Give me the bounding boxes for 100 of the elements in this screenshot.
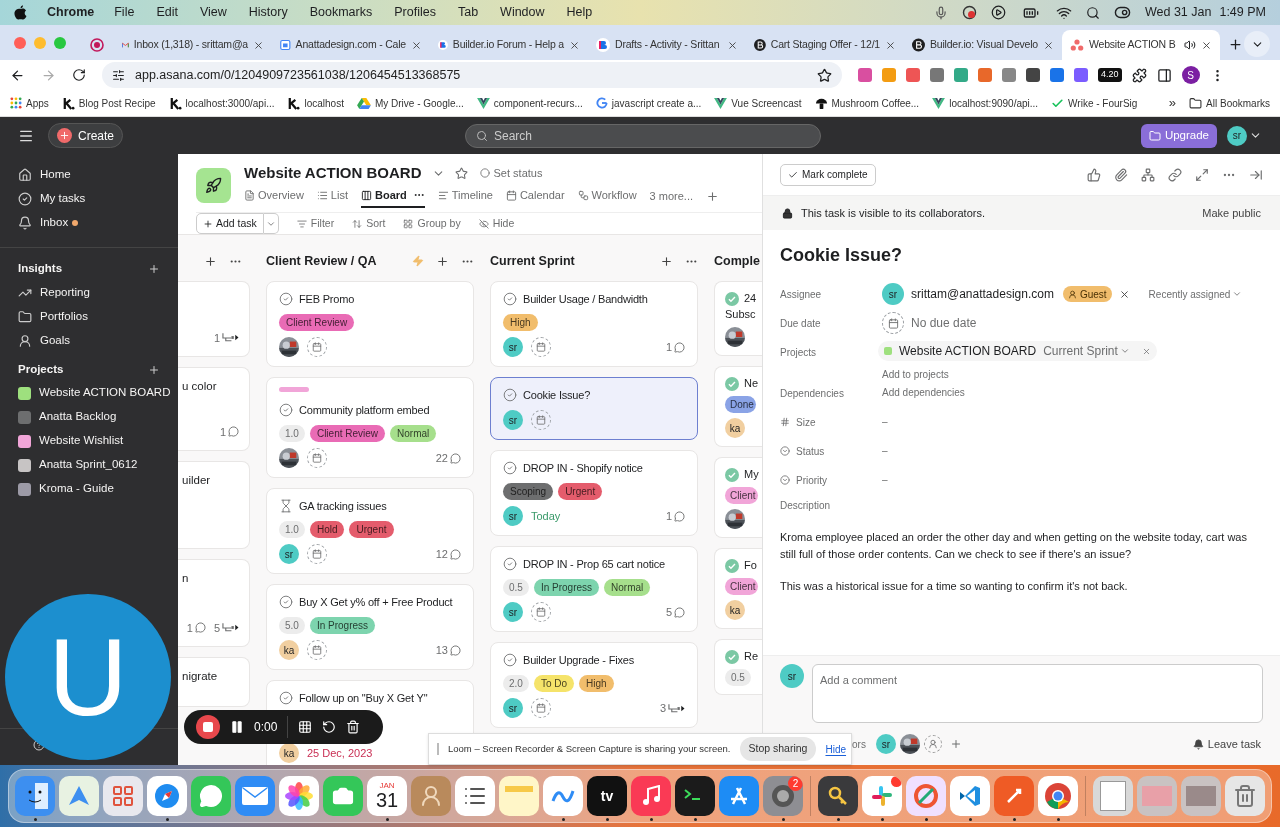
- task-card[interactable]: Cookie Issue? sr: [490, 377, 698, 440]
- make-public-button[interactable]: Make public: [1202, 204, 1261, 222]
- check-circle-icon[interactable]: [503, 461, 517, 475]
- add-to-projects-link[interactable]: Add to projects: [878, 367, 1263, 382]
- check-circle-icon[interactable]: [279, 595, 293, 609]
- close-tab-icon[interactable]: [885, 39, 896, 51]
- add-tab-icon[interactable]: [706, 189, 719, 203]
- task-card[interactable]: Builder Upgrade - Fixes 2.0 To Do High sr 3: [490, 642, 698, 728]
- view-tab[interactable]: Overview: [244, 186, 304, 204]
- view-tab[interactable]: Timeline: [437, 186, 493, 204]
- microphone-icon[interactable]: [933, 5, 948, 20]
- sidebar-item[interactable]: Anatta Sprint_0612: [39, 456, 138, 474]
- create-button[interactable]: Create: [48, 123, 124, 148]
- task-card[interactable]: Re 0.5: [714, 639, 762, 695]
- app-icon[interactable]: [818, 776, 858, 816]
- app-icon[interactable]: JAN 31: [367, 776, 407, 816]
- menu-item[interactable]: File: [114, 3, 135, 22]
- check-circle-icon[interactable]: [725, 376, 739, 391]
- app-icon[interactable]: [1038, 776, 1078, 816]
- reload-icon[interactable]: [72, 68, 86, 82]
- star-icon[interactable]: [454, 166, 468, 180]
- browser-tab[interactable]: Builder.io Forum - Help a: [430, 30, 588, 60]
- bookmark[interactable]: All Bookmarks: [1206, 95, 1270, 111]
- bookmark[interactable]: Vue Screencast: [731, 95, 802, 111]
- bookmark[interactable]: localhost: [304, 95, 344, 111]
- app-icon[interactable]: [675, 776, 715, 816]
- remove-icon[interactable]: [1118, 288, 1130, 300]
- trash-icon[interactable]: [1225, 776, 1265, 816]
- app-icon[interactable]: [631, 776, 671, 816]
- sidebar-item[interactable]: Reporting: [40, 284, 90, 302]
- sidebar-item[interactable]: Home: [40, 166, 71, 184]
- view-tab[interactable]: Calendar: [505, 186, 565, 204]
- field-value[interactable]: –: [882, 474, 888, 485]
- extensions-icon[interactable]: [1131, 67, 1147, 83]
- grid-icon[interactable]: [298, 720, 313, 734]
- sidebar-item[interactable]: Portfolios: [40, 308, 88, 326]
- task-card[interactable]: uilder: [178, 461, 250, 549]
- menu-item[interactable]: Edit: [156, 3, 178, 22]
- check-circle-icon[interactable]: [279, 691, 293, 705]
- sidebar-item[interactable]: My tasks: [40, 190, 86, 208]
- close-tab-icon[interactable]: [1201, 39, 1212, 51]
- add-icon[interactable]: [148, 364, 160, 376]
- task-card[interactable]: Ne Done ka: [714, 366, 762, 447]
- play-icon[interactable]: [990, 5, 1006, 20]
- sidebar-item[interactable]: Inbox: [40, 214, 69, 232]
- thumbs-up-icon[interactable]: [1087, 167, 1101, 182]
- toolbar-button[interactable]: Group by: [403, 215, 461, 232]
- add-icon[interactable]: [148, 263, 160, 275]
- close-tab-icon[interactable]: [411, 39, 422, 51]
- bookmark[interactable]: Blog Post Recipe: [78, 95, 156, 111]
- check-circle-icon[interactable]: [503, 653, 517, 667]
- search-icon[interactable]: [1085, 5, 1100, 20]
- more-bookmarks-button[interactable]: »: [1168, 93, 1177, 113]
- close-panel-icon[interactable]: [1249, 167, 1263, 182]
- control-center-icon[interactable]: [1113, 4, 1131, 21]
- profile-avatar[interactable]: S: [1181, 66, 1200, 84]
- app-icon[interactable]: [15, 776, 55, 816]
- sidebar-item[interactable]: Kroma - Guide: [39, 480, 114, 498]
- check-circle-icon[interactable]: [503, 557, 517, 571]
- section-dropdown[interactable]: Current Sprint: [1043, 342, 1130, 360]
- add-icon[interactable]: [660, 254, 673, 268]
- close-tab-icon[interactable]: [1043, 39, 1054, 51]
- upgrade-button[interactable]: Upgrade: [1140, 123, 1217, 148]
- menu-item[interactable]: Window: [500, 3, 545, 22]
- browser-tab[interactable]: Anattadesign.com - Cale: [272, 30, 430, 60]
- view-tab[interactable]: Workflow: [577, 186, 637, 204]
- close-tab-icon[interactable]: [727, 39, 738, 51]
- project-name[interactable]: Website ACTION BOARD: [899, 342, 1037, 360]
- bookmark[interactable]: Apps: [26, 95, 49, 111]
- sidebar-item[interactable]: Goals: [40, 332, 71, 350]
- forward-icon[interactable]: [41, 67, 56, 83]
- speaker-icon[interactable]: [1184, 39, 1196, 51]
- back-icon[interactable]: [10, 67, 25, 83]
- bookmark[interactable]: Wrike - FourSig: [1068, 95, 1138, 111]
- task-card[interactable]: Fo Client ka: [714, 548, 762, 629]
- menu-item[interactable]: Tab: [457, 3, 479, 22]
- close-tab-icon[interactable]: [253, 39, 264, 51]
- apple-logo-icon[interactable]: [14, 5, 27, 20]
- restart-icon[interactable]: [322, 720, 337, 734]
- extension-icon[interactable]: [930, 68, 944, 82]
- task-card[interactable]: n 1 5: [178, 559, 250, 647]
- check-circle-icon[interactable]: [725, 558, 739, 573]
- task-card[interactable]: u color 1: [178, 367, 250, 451]
- add-task-button[interactable]: Add task: [196, 213, 264, 234]
- toolbar-button[interactable]: Hide: [478, 215, 515, 232]
- browser-tab[interactable]: Builder.io: Visual Develo: [904, 30, 1062, 60]
- user-avatar[interactable]: sr: [1227, 125, 1247, 146]
- menu-item[interactable]: Chrome: [47, 3, 95, 22]
- browser-tab[interactable]: Drafts - Activity - Srittan: [588, 30, 746, 60]
- task-card[interactable]: DROP IN - Prop 65 cart notice 0.5 In Progress Normal sr 5: [490, 546, 698, 632]
- task-card[interactable]: FEB Promo Client Review: [266, 281, 474, 367]
- side-panel-icon[interactable]: [1156, 67, 1172, 83]
- bookmark[interactable]: Mushroom Coffee...: [831, 95, 920, 111]
- pause-icon[interactable]: [230, 720, 244, 734]
- bookmark[interactable]: javascript create a...: [611, 95, 702, 111]
- field-value[interactable]: –: [882, 416, 888, 427]
- sidebar-item[interactable]: Website Wishlist: [39, 432, 124, 450]
- check-circle-icon[interactable]: [725, 649, 739, 664]
- add-dependencies-link[interactable]: Add dependencies: [882, 387, 965, 398]
- close-window-button[interactable]: [14, 36, 26, 49]
